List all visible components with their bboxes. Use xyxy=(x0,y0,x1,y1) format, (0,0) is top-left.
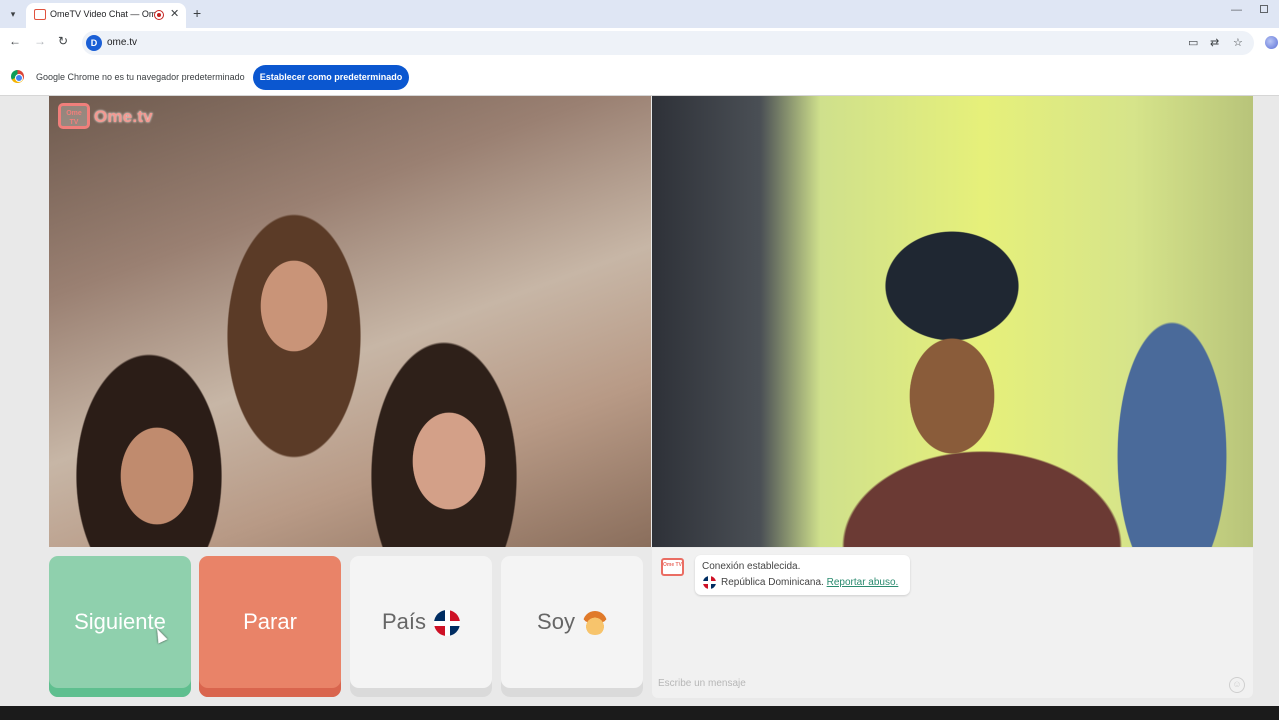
country-label: País xyxy=(381,609,427,634)
tab-ometv[interactable]: OmeTV Video Chat — Ome ✕ xyxy=(26,3,186,28)
reload-icon[interactable]: ↻ xyxy=(58,34,68,48)
dominican-republic-flag-icon xyxy=(434,610,461,637)
connection-status: Conexión establecida. xyxy=(702,561,801,572)
next-button[interactable]: Siguiente xyxy=(49,556,191,697)
chat-tv-icon: Ome TV xyxy=(661,558,684,576)
restore-icon[interactable] xyxy=(1260,5,1268,13)
stop-label: Parar xyxy=(243,609,297,634)
back-icon[interactable]: ← xyxy=(9,34,21,48)
report-abuse-link[interactable]: Reportar abuso. xyxy=(827,577,899,588)
minimize-icon[interactable]: — xyxy=(1231,4,1242,16)
forward-icon[interactable]: → xyxy=(34,34,46,48)
tab-search-icon[interactable]: ▾ xyxy=(5,6,21,22)
self-video xyxy=(652,96,1253,547)
bottom-bar xyxy=(0,706,1279,720)
profile-avatar[interactable] xyxy=(1265,36,1278,49)
browser-window: ▾ OmeTV Video Chat — Ome ✕ + — ← → ↻ D o… xyxy=(0,0,1279,706)
set-default-button[interactable]: Establecer como predeterminado xyxy=(253,65,409,90)
new-tab-button[interactable]: + xyxy=(193,5,201,21)
install-app-icon[interactable]: ▭ xyxy=(1188,36,1198,49)
address-bar[interactable]: D ome.tv ▭ ⇄ ☆ xyxy=(82,31,1254,55)
smiley-icon[interactable]: ☺ xyxy=(1229,677,1245,693)
recording-icon xyxy=(154,10,164,20)
tv-logo-icon: Ome TV xyxy=(58,103,90,129)
default-browser-infobar: Google Chrome no es tu navegador predete… xyxy=(0,58,1279,96)
stranger-video xyxy=(49,96,651,547)
message-input[interactable]: Escribe un mensaje xyxy=(658,678,746,689)
gender-label: Soy xyxy=(537,609,575,634)
system-message-bubble: Conexión establecida. República Dominica… xyxy=(695,555,910,595)
infobar-message: Google Chrome no es tu navegador predete… xyxy=(36,72,245,82)
browser-toolbar: ← → ↻ D ome.tv ▭ ⇄ ☆ xyxy=(0,28,1279,58)
site-info-icon[interactable]: D xyxy=(86,35,102,51)
tab-favicon-icon xyxy=(34,9,46,20)
tab-close-icon[interactable]: ✕ xyxy=(170,7,179,20)
translate-icon[interactable]: ⇄ xyxy=(1210,36,1219,49)
country-button[interactable]: País xyxy=(350,556,492,697)
chrome-logo-icon xyxy=(11,70,24,83)
country-flag-icon xyxy=(703,576,716,589)
boy-face-icon xyxy=(582,611,607,636)
url-text: ome.tv xyxy=(107,37,138,48)
stop-button[interactable]: Parar xyxy=(199,556,341,697)
country-line: República Dominicana. Reportar abuso. xyxy=(721,577,898,588)
gender-button[interactable]: Soy xyxy=(501,556,643,697)
country-name: República Dominicana. xyxy=(721,577,824,588)
bookmark-star-icon[interactable]: ☆ xyxy=(1233,36,1243,49)
tab-strip: ▾ OmeTV Video Chat — Ome ✕ + — xyxy=(0,0,1279,28)
chat-panel: Ome TV Conexión establecida. República D… xyxy=(652,548,1253,698)
brand-name: Ome.tv xyxy=(94,107,153,126)
